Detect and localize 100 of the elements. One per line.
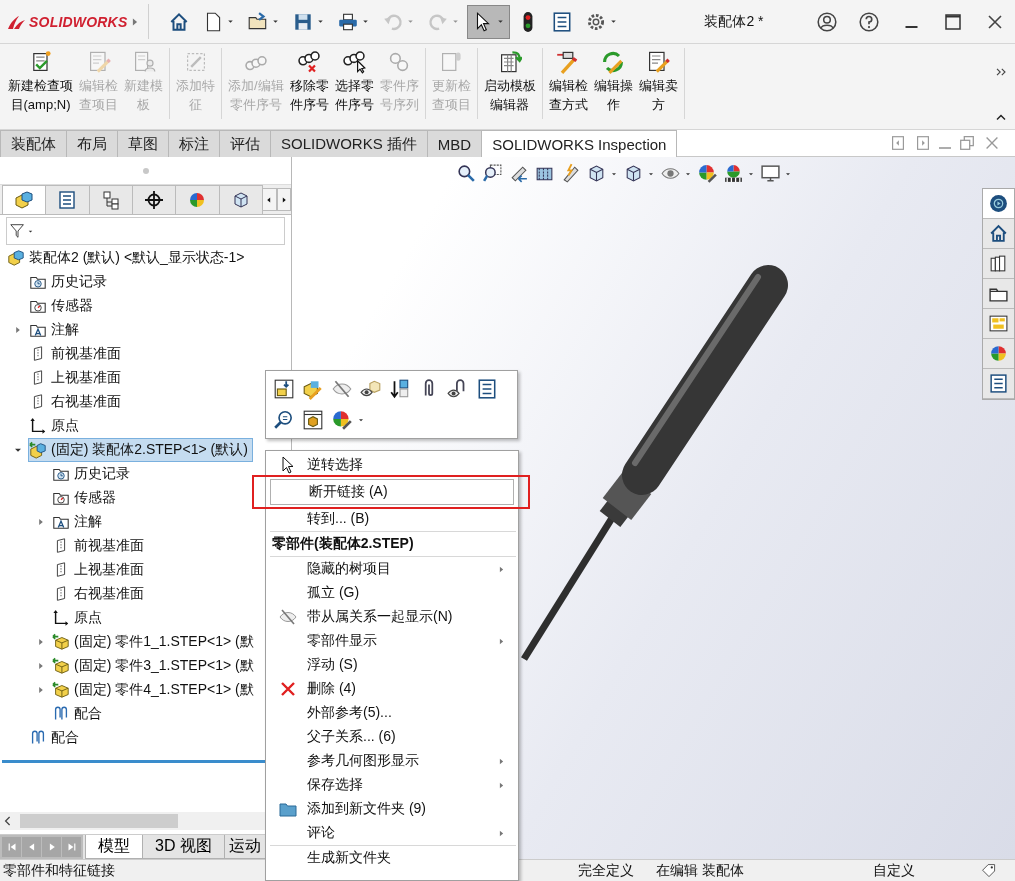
bottom-tab[interactable]: 运动 [223, 835, 266, 859]
command-tab[interactable]: SOLIDWORKS Inspection [481, 130, 678, 157]
layout-icon [988, 313, 1009, 334]
zoom-area-button[interactable] [480, 163, 504, 184]
menu-item[interactable]: 保存选择 [268, 773, 516, 797]
zoom-icon [273, 409, 295, 431]
caret-icon [357, 416, 365, 424]
tag-icon[interactable] [981, 862, 997, 879]
menu-item[interactable]: 隐藏的树项目 [268, 557, 516, 581]
ribbon-button[interactable]: 编辑卖 方 [635, 48, 681, 119]
tree-item[interactable]: 配合 [28, 726, 84, 750]
tree-diagram-icon [100, 190, 121, 210]
ribbon-button[interactable]: 选择零 件序号 [331, 48, 377, 119]
menu-item[interactable]: 零部件显示 [268, 629, 516, 653]
part-icon [52, 681, 70, 699]
tree-item[interactable]: 历史记录 [51, 462, 135, 486]
menu-item[interactable]: 孤立 (G) [268, 581, 516, 605]
tile-right-icon[interactable] [914, 134, 932, 152]
drag-handle[interactable] [142, 167, 149, 174]
assembly-icon [7, 249, 25, 267]
maximize-icon [943, 11, 963, 32]
cursor-button[interactable] [467, 4, 510, 39]
tree-item[interactable]: 上视基准面 [28, 366, 126, 390]
menu-item[interactable]: 浮动 (S) [268, 653, 516, 677]
tree-item[interactable]: (固定) 零件3_1.STEP<1> (默 [51, 654, 259, 678]
scrollbar-thumb[interactable] [20, 814, 178, 828]
scene-icon [722, 163, 744, 184]
tree-item[interactable]: 配合 [51, 702, 107, 726]
tree-item[interactable]: 注解 [28, 318, 84, 342]
color-ball-icon [988, 343, 1009, 364]
monitor-button[interactable] [758, 163, 793, 184]
menu-item[interactable]: 参考几何图形显示 [268, 749, 516, 773]
filter-field[interactable] [6, 217, 285, 245]
menu-item[interactable]: 逆转选择 [268, 453, 516, 477]
ribbon-button[interactable]: 新建检查项 目(amp;N) [5, 48, 76, 119]
tile-left-icon[interactable] [889, 134, 907, 152]
arrow-down-icon [389, 378, 411, 400]
bottom-tab[interactable]: 3D 视图 [142, 835, 225, 859]
part-icon [52, 657, 70, 675]
panel-tab[interactable] [132, 185, 177, 214]
tree-item[interactable]: 右视基准面 [28, 390, 126, 414]
assembly-icon [29, 441, 47, 459]
tree-item[interactable]: 右视基准面 [51, 582, 149, 606]
tree-item[interactable]: (固定) 零件4_1.STEP<1> (默 [51, 678, 259, 702]
bottom-tab[interactable]: 模型 [85, 835, 143, 859]
zoom-area-icon [481, 163, 503, 184]
status-field: 在编辑 装配体 [653, 861, 744, 880]
globe-button[interactable] [983, 189, 1014, 219]
tree-item[interactable]: 原点 [51, 606, 107, 630]
menu-item[interactable]: 断开链接 (A) [270, 479, 514, 505]
monitor-icon [759, 163, 781, 184]
ribbon-button[interactable]: 移除零 件序号 [286, 48, 332, 119]
window-title: 装配体2 * [703, 12, 765, 31]
tree-item[interactable]: 注解 [51, 510, 107, 534]
menu-item[interactable]: 添加到新文件夹 (9) [268, 797, 516, 821]
assembly-icon [14, 190, 35, 210]
menu-item[interactable]: 评论 [268, 821, 516, 845]
menu-item[interactable]: 外部参考(5)... [268, 701, 516, 725]
tree-item[interactable]: 前视基准面 [51, 534, 149, 558]
menu-item[interactable]: 转到... (B) [268, 507, 516, 531]
menu-header: 零部件(装配体2.STEP) [271, 534, 415, 553]
command-tab[interactable]: 草图 [117, 130, 169, 157]
tree-item[interactable]: (固定) 零件1_1.STEP<1> (默 [51, 630, 259, 654]
tree-item[interactable]: 传感器 [28, 294, 98, 318]
menu-item[interactable]: 父子关系... (6) [268, 725, 516, 749]
restore-icon[interactable] [958, 134, 976, 152]
tree-item[interactable]: 历史记录 [28, 270, 112, 294]
edit-part-icon [302, 378, 324, 400]
filter-icon [9, 222, 27, 240]
ribbon-button[interactable]: 启动模板 编辑器 [480, 48, 539, 119]
list-icon [988, 373, 1009, 394]
menu-item[interactable]: 生成新文件夹 [268, 846, 516, 870]
tree-item[interactable]: 上视基准面 [51, 558, 149, 582]
origin-axes-icon [52, 609, 70, 627]
hidden-eye-icon [331, 378, 353, 400]
command-tab[interactable]: 标注 [168, 130, 220, 157]
balloons-remove-icon [297, 50, 322, 74]
command-tab[interactable]: 布局 [66, 130, 118, 157]
tree-item[interactable]: (固定) 装配体2.STEP<1> (默认) [28, 438, 253, 462]
color-ball-icon [696, 163, 718, 184]
tree-item[interactable]: 原点 [28, 414, 84, 438]
ribbon-button[interactable]: 编辑检 查方式 [545, 48, 591, 119]
tree-item[interactable]: 传感器 [51, 486, 121, 510]
menu-item[interactable]: 删除 (4) [268, 677, 516, 701]
command-tab[interactable]: 评估 [219, 130, 271, 157]
command-tab[interactable]: 装配体 [0, 130, 67, 157]
tree-item[interactable]: 前视基准面 [28, 342, 126, 366]
help-icon [858, 10, 880, 33]
color-ball-icon [331, 409, 353, 431]
ribbon-button[interactable]: 编辑操 作 [590, 48, 636, 119]
command-tab[interactable]: MBD [426, 130, 483, 157]
part-icon [52, 633, 70, 651]
command-tab[interactable]: SOLIDWORKS 插件 [270, 130, 428, 157]
window-icon [302, 409, 324, 431]
tree-item[interactable]: 装配体2 (默认) <默认_显示状态-1> [6, 246, 250, 270]
app-logo-text: SOLIDWORKS [29, 13, 128, 30]
zoom-icon [455, 163, 477, 184]
home-icon [168, 10, 190, 33]
menu-item[interactable]: 带从属关系一起显示(N) [268, 605, 516, 629]
user-icon [816, 10, 838, 33]
